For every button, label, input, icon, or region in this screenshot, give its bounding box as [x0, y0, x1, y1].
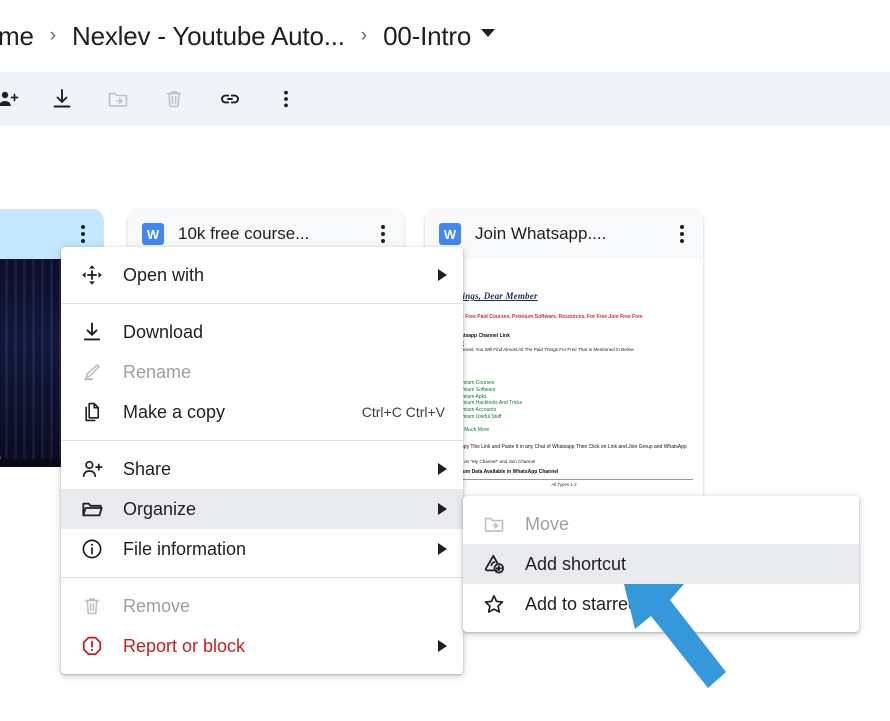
list-item: And Lots Much More [443, 427, 490, 434]
breadcrumb-item-current[interactable]: 00-Intro [383, 21, 471, 52]
menu-item-label: Rename [123, 361, 192, 382]
file-card-title: Join Whatsapp.... [475, 224, 607, 243]
chevron-right-icon [438, 269, 447, 281]
more-vert-icon[interactable] [671, 219, 693, 249]
breadcrumb: me › Nexlev - Youtube Auto... › 00-Intro [0, 0, 890, 72]
word-doc-icon: W [439, 223, 461, 245]
breadcrumb-item-home[interactable]: me [0, 21, 34, 52]
move-to-folder-icon [463, 512, 525, 536]
file-card-title: 10k free course... [178, 224, 310, 243]
submenu-item-move: Move [463, 504, 859, 544]
download-icon [61, 320, 123, 344]
breadcrumb-separator: › [360, 24, 368, 46]
list-item: Paid Premium Software [443, 386, 496, 393]
share-icon[interactable] [0, 77, 30, 121]
submenu-item-add-to-starred[interactable]: Add to starred [463, 584, 859, 624]
rename-pencil-icon [61, 360, 123, 384]
submenu-item-label: Add shortcut [525, 553, 627, 574]
document-preview: Greetings, Dear Member 1 Million+ Free P… [435, 291, 693, 515]
word-doc-icon: W [142, 223, 164, 245]
preview-list: Paid Premium Courses Paid Premium Softwa… [443, 380, 693, 434]
person-add-icon [61, 457, 123, 481]
menu-divider [61, 440, 463, 441]
organize-submenu: Move Add shortcut Add to starred [463, 496, 859, 632]
add-shortcut-icon [463, 552, 525, 576]
folder-icon [61, 497, 123, 521]
menu-item-report-or-block[interactable]: Report or block [61, 626, 463, 666]
breadcrumb-separator: › [49, 24, 57, 46]
menu-divider [61, 303, 463, 304]
list-item: Paid Premium Apks [443, 393, 487, 400]
menu-item-label: Organize [123, 498, 197, 519]
chevron-right-icon [438, 543, 447, 555]
more-vert-icon[interactable] [264, 77, 308, 121]
chevron-right-icon [438, 463, 447, 475]
download-icon[interactable] [40, 77, 84, 121]
trash-icon[interactable] [152, 77, 196, 121]
more-vert-icon[interactable] [72, 219, 94, 249]
menu-item-label: Open with [123, 264, 205, 285]
context-menu: Open with Download Rename Make a copy Ct… [61, 247, 463, 674]
menu-item-share[interactable]: Share [61, 449, 463, 489]
list-item: Up Data [443, 421, 693, 428]
file-card-header: W Join Whatsapp.... [425, 209, 703, 259]
submenu-item-label: Move [525, 513, 570, 534]
menu-item-organize[interactable]: Organize [61, 489, 463, 529]
menu-item-label: File information [123, 538, 247, 559]
file-card-title: ases... [0, 224, 72, 244]
menu-item-label: Share [123, 458, 172, 479]
menu-item-make-a-copy[interactable]: Make a copy Ctrl+C Ctrl+V [61, 392, 463, 432]
menu-item-rename: Rename [61, 352, 463, 392]
breadcrumb-item-nexlev[interactable]: Nexlev - Youtube Auto... [72, 21, 345, 52]
menu-item-shortcut: Ctrl+C Ctrl+V [361, 404, 445, 420]
preview-tail-2: Then Click on "My Channel" and Join Chan… [441, 459, 536, 465]
star-outline-icon [463, 592, 525, 616]
report-octagon-icon [61, 634, 123, 658]
menu-item-file-information[interactable]: File information [61, 529, 463, 569]
file-card-thumbnail-document[interactable]: Greetings, Dear Member 1 Million+ Free P… [425, 259, 703, 515]
file-card[interactable]: W Join Whatsapp.... Greetings, Dear Memb… [425, 209, 703, 515]
move-to-folder-icon[interactable] [96, 77, 140, 121]
menu-item-label: Download [123, 321, 204, 342]
menu-item-label: Report or block [123, 635, 246, 656]
info-circle-icon [61, 537, 123, 561]
link-icon[interactable] [208, 77, 252, 121]
more-vert-icon[interactable] [372, 219, 394, 249]
menu-item-download[interactable]: Download [61, 312, 463, 352]
list-item: Paid Premium Courses [443, 380, 495, 387]
preview-bold-line: Best Whatsapp Channel Link [441, 332, 510, 339]
menu-item-label: Remove [123, 595, 191, 616]
menu-item-label: Make a copy [123, 401, 226, 422]
drive-file-grid-page: me › Nexlev - Youtube Auto... › 00-Intro [0, 0, 890, 721]
preview-tail-1: Simply Copy This Link and Paste It in an… [441, 444, 687, 456]
preview-sub-line: In This Channel, You Will Find Almost Al… [441, 346, 634, 352]
chevron-down-icon[interactable] [481, 29, 496, 37]
trash-icon [61, 594, 123, 618]
menu-divider [61, 577, 463, 578]
chevron-right-icon [438, 640, 447, 652]
submenu-item-add-shortcut[interactable]: Add shortcut [463, 544, 859, 584]
open-with-icon [61, 263, 123, 287]
preview-heading: Greetings, Dear Member [441, 291, 538, 301]
action-toolbar [0, 72, 890, 126]
preview-link-line: Click Here [441, 340, 693, 346]
preview-footer: All Types 1-2 [435, 478, 693, 487]
menu-item-remove: Remove [61, 586, 463, 626]
menu-item-open-with[interactable]: Open with [61, 255, 463, 295]
preview-red-line: 1 Million+ Free Paid Courses, Premium So… [441, 314, 643, 320]
list-item: Paid Premium Useful Stuff [443, 413, 502, 420]
list-item: Paid Premium Hacktools And Tricks [443, 400, 523, 407]
copy-icon [61, 400, 123, 424]
list-item: Paid Premium Accounts [443, 407, 497, 414]
chevron-right-icon [438, 503, 447, 515]
submenu-item-label: Add to starred [525, 593, 639, 614]
preview-tail-3: All Premium Data Available in WhatsApp C… [441, 468, 559, 475]
